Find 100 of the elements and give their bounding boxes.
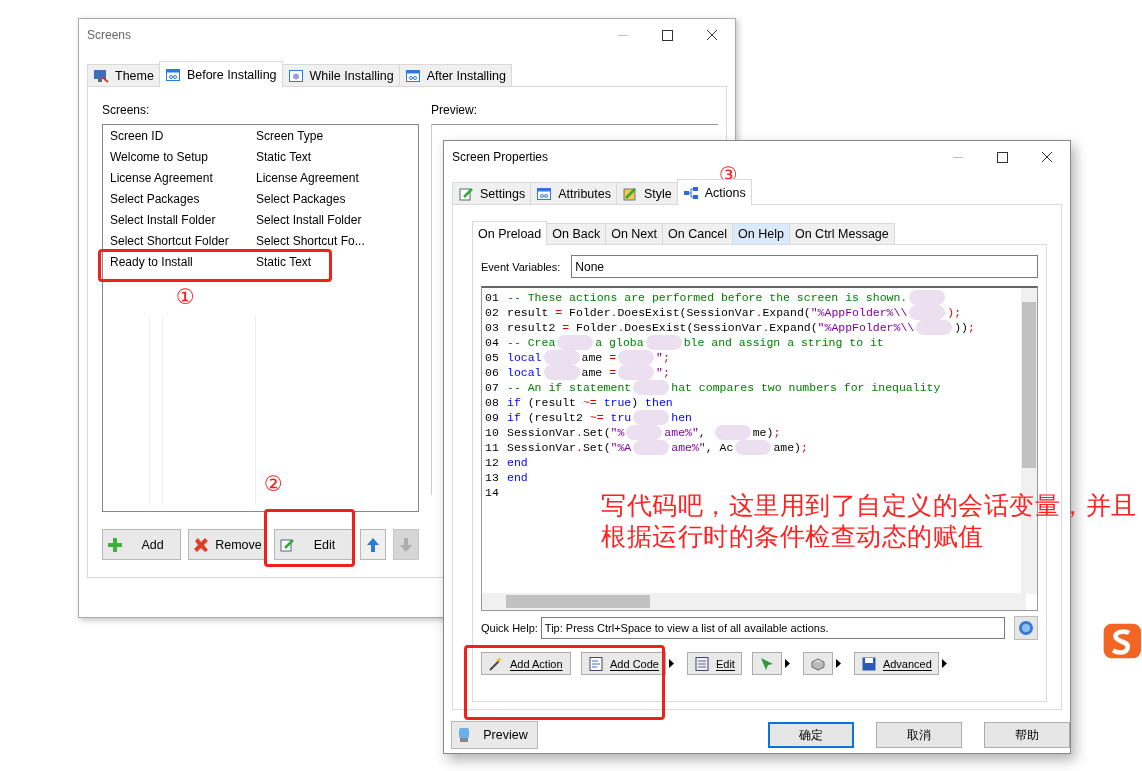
event-variables-field[interactable]: None	[571, 255, 1038, 278]
horizontal-scrollbar[interactable]	[482, 593, 1026, 610]
action-button[interactable]: Add Action	[481, 652, 571, 675]
wand-icon	[488, 655, 504, 672]
line-number: 11	[485, 440, 500, 455]
blurred-text	[909, 305, 946, 320]
code-operator: ;	[801, 440, 808, 455]
event-tab[interactable]: On Back	[546, 223, 607, 244]
blurred-text	[626, 425, 663, 440]
code-text: Expand(	[769, 320, 818, 335]
line-number: 10	[485, 425, 500, 440]
list-button[interactable]: Remove	[188, 529, 267, 560]
code-comment: a globa	[595, 335, 644, 350]
table-cell-text: Static Text	[256, 149, 313, 164]
line-number: 05	[485, 350, 500, 365]
code-comment: -- Crea	[507, 335, 556, 350]
code-keyword: if	[507, 410, 521, 425]
list-button[interactable]: Add	[102, 529, 181, 560]
table-cell-text: Select Shortcut Fo...	[256, 233, 366, 248]
tab[interactable]: Before Installing	[158, 61, 283, 87]
line-number: 02	[485, 305, 500, 320]
code-text: Folder	[568, 305, 611, 320]
blurred-text	[633, 380, 670, 395]
code-text: ame	[581, 350, 604, 365]
code-keyword: local	[507, 350, 542, 365]
cross-icon	[193, 536, 209, 553]
code-text: )	[631, 395, 640, 410]
code-operator: );	[947, 305, 962, 320]
tab[interactable]: Actions	[676, 179, 752, 205]
window-title: Screen Properties	[452, 150, 549, 164]
help-button[interactable]	[1014, 616, 1038, 640]
dialog-button[interactable]: 取消	[876, 722, 962, 748]
tab[interactable]: After Installing	[398, 64, 512, 86]
event-tab[interactable]: On Ctrl Message	[788, 223, 895, 244]
code-operator: ;	[968, 320, 975, 335]
blurred-text	[633, 440, 670, 455]
column-header[interactable]: Screen Type	[256, 128, 406, 143]
line-number: 04	[485, 335, 500, 350]
code-text: Folder	[575, 320, 618, 335]
caret-icon	[835, 659, 841, 668]
action-button[interactable]: Edit	[686, 652, 742, 675]
code-operator: .	[610, 305, 618, 320]
preview-button[interactable]: Preview	[451, 721, 538, 749]
action-button[interactable]	[751, 652, 793, 675]
gear-window-icon	[287, 67, 304, 84]
tab[interactable]: Settings	[452, 182, 532, 204]
close-icon[interactable]	[707, 30, 717, 40]
code-operator: =	[555, 305, 563, 320]
code-operator: =	[609, 350, 617, 365]
screens-label: Screens:	[102, 103, 151, 117]
annotation-note: 写代码吧，这里用到了自定义的会话变量，并且根据运行时的条件检查动态的赋值	[601, 490, 1138, 552]
move-up-button[interactable]	[360, 529, 386, 560]
tab[interactable]: Attributes	[530, 182, 617, 204]
caret-icon	[668, 659, 674, 668]
code-string: "%A	[610, 440, 632, 455]
list-button[interactable]: Edit	[274, 529, 353, 560]
close-icon[interactable]	[1042, 152, 1052, 162]
code-keyword: end	[507, 455, 528, 470]
caret-icon	[941, 659, 947, 668]
code-comment: -- An if statement	[507, 380, 632, 395]
line-number: 08	[485, 395, 500, 410]
quick-help-field[interactable]: Tip: Press Ctrl+Space to view a list of all available actions.	[540, 617, 1005, 639]
event-tab[interactable]: On Help	[732, 223, 790, 244]
table-cell-text: Static Text	[256, 254, 313, 269]
blurred-text	[557, 335, 594, 350]
code-operator: =	[562, 320, 570, 335]
code-string: "	[656, 350, 663, 365]
dialog-button[interactable]: 确定	[768, 722, 854, 748]
line-number: 03	[485, 320, 500, 335]
code-keyword: end	[507, 470, 528, 485]
code-text: Set(	[582, 440, 611, 455]
tab[interactable]: Theme	[87, 64, 160, 86]
event-tab[interactable]: On Next	[605, 223, 664, 244]
tab[interactable]: Style	[616, 182, 678, 204]
code-text: me)	[752, 425, 774, 440]
nodes-icon	[682, 184, 699, 201]
table-cell-text: Select Packages	[110, 191, 201, 206]
tab[interactable]: While Installing	[281, 64, 400, 86]
action-button[interactable]	[802, 652, 844, 675]
code-operator: ~=	[589, 410, 604, 425]
code-string: ame%"	[671, 440, 706, 455]
code-string: "	[656, 365, 663, 380]
blurred-text	[543, 350, 580, 365]
window-icon	[536, 185, 553, 202]
event-tab[interactable]: On Cancel	[662, 223, 734, 244]
up-arrow-icon	[365, 536, 381, 553]
maximize-icon[interactable]	[997, 151, 1008, 163]
code-operator: ;	[662, 365, 670, 380]
blurred-text	[916, 320, 953, 335]
code-operator: .	[762, 320, 770, 335]
pencil-icon	[279, 536, 295, 553]
window-icon	[164, 66, 181, 83]
code-operator: .	[617, 320, 625, 335]
column-header[interactable]: Screen ID	[110, 128, 256, 143]
dialog-button[interactable]: 帮助	[984, 722, 1070, 748]
code-keyword: tru	[609, 410, 632, 425]
code-keyword: true	[602, 395, 632, 410]
event-tab[interactable]: On Preload	[472, 221, 548, 245]
monitor-icon	[93, 67, 109, 84]
maximize-icon[interactable]	[662, 29, 673, 41]
